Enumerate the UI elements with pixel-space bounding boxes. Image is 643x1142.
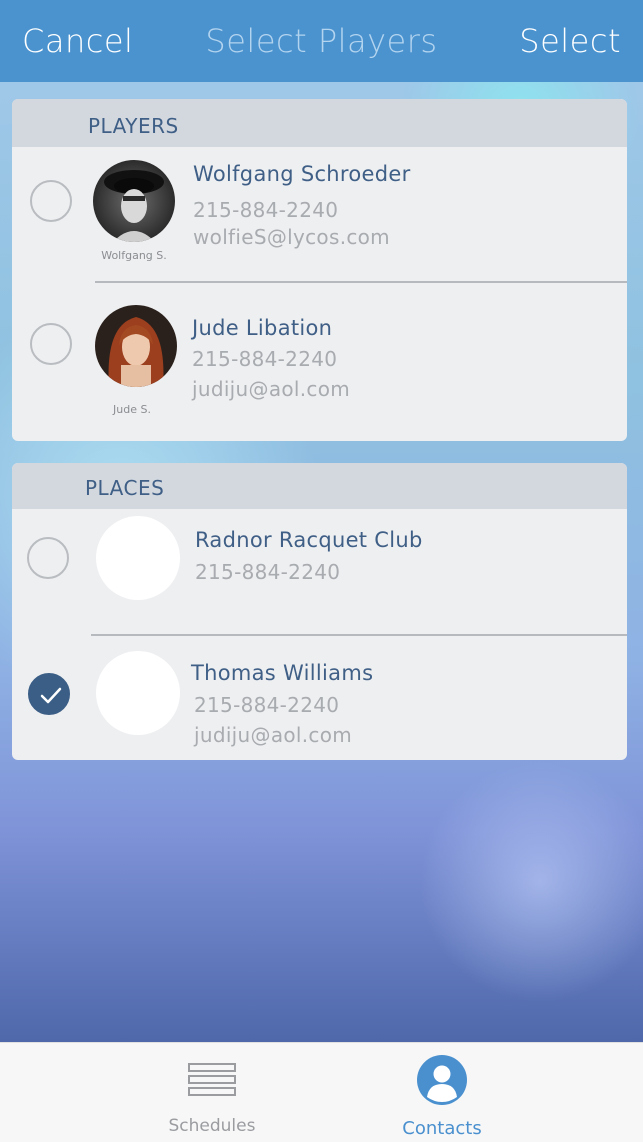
avatar xyxy=(95,305,177,387)
blank-avatar-icon xyxy=(96,516,180,600)
radio-button[interactable] xyxy=(27,537,69,579)
list-item-player-jude[interactable]: Jude Libation 215-884-2240 judiju@aol.co… xyxy=(12,283,627,441)
contact-phone: 215-884-2240 xyxy=(192,347,338,371)
tab-label-contacts: Contacts xyxy=(402,1118,482,1139)
person-icon xyxy=(417,1055,467,1105)
navigation-bar: Select Players Cancel Select xyxy=(0,0,643,82)
avatar-caption: Jude S. xyxy=(113,403,151,416)
places-section: PLACES Radnor Racquet Club 215-884-2240 … xyxy=(12,463,627,760)
radio-button[interactable] xyxy=(30,323,72,365)
checkmark-icon xyxy=(40,687,62,704)
portrait-woman-icon xyxy=(95,305,177,387)
list-item-place-thomas[interactable]: Thomas Williams 215-884-2240 judiju@aol.… xyxy=(12,636,627,760)
avatar xyxy=(93,160,175,242)
radio-button[interactable] xyxy=(30,180,72,222)
tab-contacts[interactable]: Contacts xyxy=(342,1043,542,1142)
list-item-player-wolfgang[interactable]: Wolfgang S. Wolfgang Schroeder 215-884-2… xyxy=(12,147,627,281)
select-button[interactable]: Select xyxy=(519,22,621,60)
blank-avatar-icon xyxy=(96,651,180,735)
contact-email: judiju@aol.com xyxy=(194,723,353,747)
places-section-header: PLACES xyxy=(12,463,627,509)
cancel-button[interactable]: Cancel xyxy=(22,22,133,60)
contact-email: wolfieS@lycos.com xyxy=(193,225,390,249)
list-icon xyxy=(188,1063,236,1096)
contact-phone: 215-884-2240 xyxy=(194,693,340,717)
contact-phone: 215-884-2240 xyxy=(193,198,339,222)
page-title: Select Players xyxy=(205,22,438,60)
radio-button-checked[interactable] xyxy=(28,673,70,715)
section-title-players: PLAYERS xyxy=(88,114,179,138)
tab-schedules[interactable]: Schedules xyxy=(112,1043,312,1142)
players-section: PLAYERS Wolfgang S. Wolfgang Schroeder 2… xyxy=(12,99,627,441)
tab-label-schedules: Schedules xyxy=(168,1116,256,1136)
tab-bar: Schedules Contacts xyxy=(0,1042,643,1142)
contact-name: Radnor Racquet Club xyxy=(195,528,423,552)
select-players-screen: Select Players Cancel Select PLAYERS Wol… xyxy=(0,0,643,1142)
contact-phone: 215-884-2240 xyxy=(195,560,341,584)
players-section-header: PLAYERS xyxy=(12,99,627,147)
section-title-places: PLACES xyxy=(85,476,165,500)
contact-name: Wolfgang Schroeder xyxy=(193,162,411,186)
avatar-caption: Wolfgang S. xyxy=(101,249,167,262)
list-item-place-radnor[interactable]: Radnor Racquet Club 215-884-2240 xyxy=(12,509,627,633)
contact-name: Thomas Williams xyxy=(191,661,374,685)
portrait-man-icon xyxy=(93,160,175,242)
contact-name: Jude Libation xyxy=(192,316,333,340)
contact-email: judiju@aol.com xyxy=(192,377,351,401)
